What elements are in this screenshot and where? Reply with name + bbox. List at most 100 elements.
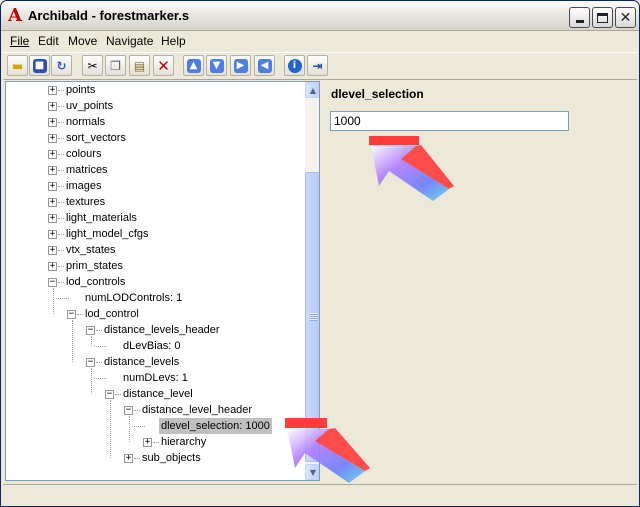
tree-item[interactable]: distance_level <box>121 386 195 402</box>
scroll-up-button[interactable]: ▲ <box>305 82 319 98</box>
tree-item[interactable]: dLevBias: 0 <box>121 338 182 354</box>
tree-connector <box>94 346 107 347</box>
chevron-up-icon: ▲ <box>309 85 317 95</box>
close-icon: ✕ <box>619 9 632 26</box>
tree-connector <box>129 416 130 442</box>
menu-help-label: Help <box>161 34 186 48</box>
save-icon: ■ <box>32 58 47 73</box>
tree-item[interactable]: colours <box>64 146 103 162</box>
minimize-button[interactable] <box>569 7 590 28</box>
move-up-button[interactable]: ▲ <box>183 55 204 76</box>
tree-connector <box>53 288 54 314</box>
expand-icon[interactable]: + <box>48 214 57 223</box>
value-input[interactable]: 1000 <box>330 111 569 131</box>
expand-icon[interactable]: + <box>48 230 57 239</box>
expand-icon[interactable]: + <box>48 118 57 127</box>
maximize-icon <box>597 12 608 23</box>
close-button[interactable]: ✕ <box>615 7 636 28</box>
tree-connector <box>91 368 92 394</box>
expand-icon[interactable]: + <box>48 134 57 143</box>
menu-edit[interactable]: Edit <box>38 34 59 48</box>
tree-connector <box>91 336 92 346</box>
expand-icon[interactable]: + <box>48 246 57 255</box>
expand-icon[interactable]: + <box>48 150 57 159</box>
expand-icon[interactable]: + <box>48 198 57 207</box>
window-title: Archibald - forestmarker.s <box>28 8 190 23</box>
pointer-arrow-icon <box>369 136 454 201</box>
collapse-icon[interactable]: − <box>86 358 95 367</box>
tree-item[interactable]: numLODControls: 1 <box>83 290 184 306</box>
tree-item[interactable]: uv_points <box>64 98 115 114</box>
open-icon: ▬ <box>11 58 24 73</box>
move-left-button[interactable]: ◀ <box>254 55 275 76</box>
move-down-button[interactable]: ▼ <box>206 55 227 76</box>
maximize-button[interactable] <box>592 7 613 28</box>
tree-item[interactable]: sub_objects <box>140 450 203 466</box>
tree-item[interactable]: light_materials <box>64 210 139 226</box>
copy-button[interactable]: ❐ <box>105 55 126 76</box>
save-button[interactable]: ■ <box>29 55 50 76</box>
tree-item[interactable]: distance_level_header <box>140 402 254 418</box>
tree-item[interactable]: distance_levels <box>102 354 181 370</box>
cut-button[interactable]: ✂ <box>82 55 103 76</box>
tree-connector <box>132 426 145 427</box>
info-button[interactable]: i <box>284 55 305 76</box>
tree-item[interactable]: sort_vectors <box>64 130 128 146</box>
expand-icon[interactable]: + <box>124 454 133 463</box>
move-right-icon: ▶ <box>233 58 248 73</box>
menu-navigate-label: Navigate <box>106 34 154 48</box>
tree-item[interactable]: prim_states <box>64 258 125 274</box>
collapse-icon[interactable]: − <box>86 326 95 335</box>
tree-connector <box>94 378 107 379</box>
tree-connector <box>72 320 73 362</box>
refresh-button[interactable]: ↻ <box>51 55 72 76</box>
title-bar[interactable]: A Archibald - forestmarker.s ✕ <box>1 1 639 31</box>
cut-icon: ✂ <box>87 58 98 73</box>
refresh-icon: ↻ <box>56 58 67 73</box>
menu-file[interactable]: File <box>10 34 29 48</box>
collapse-icon[interactable]: − <box>67 310 76 319</box>
move-up-icon: ▲ <box>186 58 201 73</box>
tree-item[interactable]: normals <box>64 114 107 130</box>
tree-item[interactable]: hierarchy <box>159 434 208 450</box>
expand-icon[interactable]: + <box>143 438 152 447</box>
collapse-icon[interactable]: − <box>105 390 114 399</box>
tree-item[interactable]: matrices <box>64 162 110 178</box>
toolbar: ▬ ■ ↻ ✂ ❐ ▤ ✕ ▲ ▼ ▶ ◀ i ⇥ <box>3 52 637 80</box>
tree-connector <box>110 400 111 458</box>
expand-icon[interactable]: + <box>48 102 57 111</box>
expand-icon[interactable]: + <box>48 166 57 175</box>
expand-icon[interactable]: + <box>48 86 57 95</box>
tree-view[interactable]: + points + uv_points + normals + sort_vectors + c… <box>5 81 320 481</box>
expand-icon[interactable]: + <box>48 182 57 191</box>
expand-icon[interactable]: + <box>48 262 57 271</box>
delete-icon: ✕ <box>157 56 170 75</box>
menu-move[interactable]: Move <box>68 34 97 48</box>
tree-item[interactable]: dlevel_selection: 1000 <box>159 418 272 434</box>
move-down-icon: ▼ <box>209 58 224 73</box>
menu-help[interactable]: Help <box>161 34 186 48</box>
copy-icon: ❐ <box>110 58 121 73</box>
tree-item[interactable]: vtx_states <box>64 242 118 258</box>
tree-item[interactable]: lod_controls <box>64 274 127 290</box>
tree-item[interactable]: distance_levels_header <box>102 322 222 338</box>
collapse-icon[interactable]: − <box>48 278 57 287</box>
tree-item[interactable]: light_model_cfgs <box>64 226 151 242</box>
grip-icon <box>310 313 317 321</box>
info-icon: i <box>287 58 302 73</box>
tree-item[interactable]: points <box>64 82 97 98</box>
collapse-icon[interactable]: − <box>124 406 133 415</box>
app-icon: A <box>8 5 22 26</box>
exit-button[interactable]: ⇥ <box>307 55 328 76</box>
app-window: A Archibald - forestmarker.s ✕ File Edit… <box>0 0 640 507</box>
tree-item[interactable]: textures <box>64 194 107 210</box>
tree-connector <box>56 298 69 299</box>
paste-button[interactable]: ▤ <box>129 55 150 76</box>
tree-item[interactable]: numDLevs: 1 <box>121 370 190 386</box>
open-button[interactable]: ▬ <box>7 55 28 76</box>
tree-item[interactable]: images <box>64 178 103 194</box>
tree-item[interactable]: lod_control <box>83 306 141 322</box>
delete-button[interactable]: ✕ <box>153 55 174 76</box>
move-right-button[interactable]: ▶ <box>230 55 251 76</box>
menu-navigate[interactable]: Navigate <box>106 34 153 48</box>
